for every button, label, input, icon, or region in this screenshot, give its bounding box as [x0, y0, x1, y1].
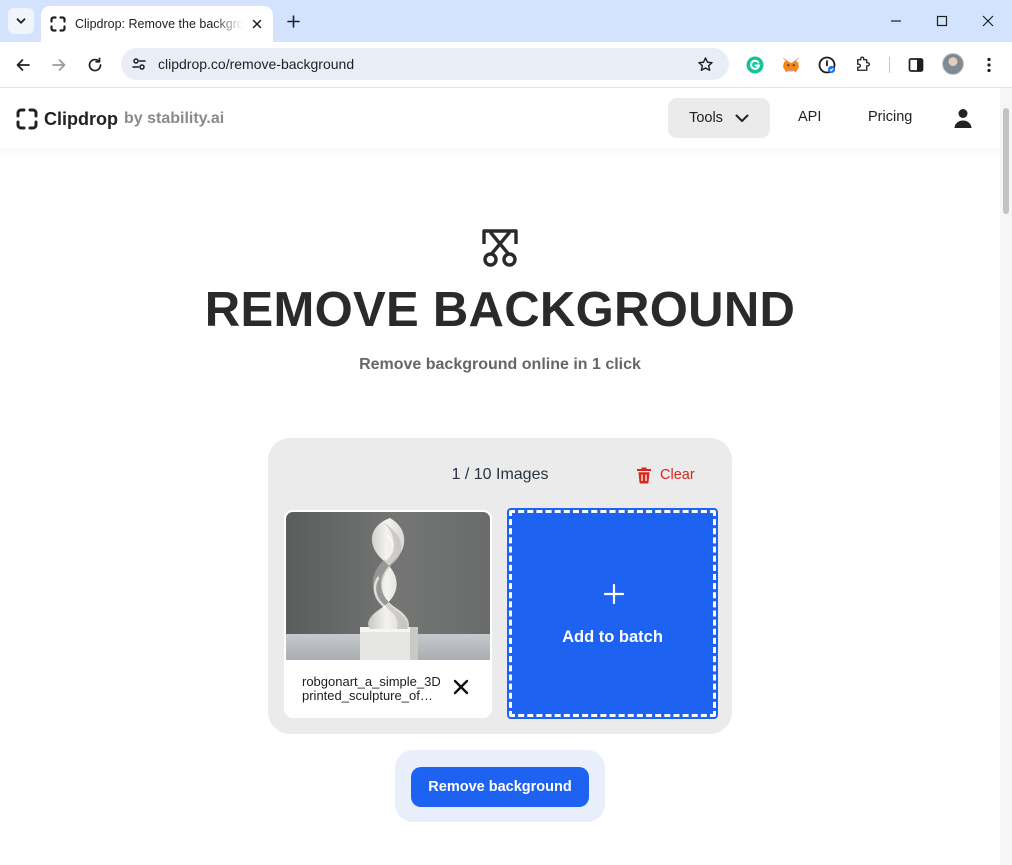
minimize-button[interactable]	[883, 8, 909, 34]
browser-toolbar: clipdrop.co/remove-background	[0, 42, 1012, 88]
maximize-icon	[936, 15, 948, 27]
close-icon	[453, 679, 469, 695]
brand-byline: by stability.ai	[124, 110, 225, 127]
clear-label: Clear	[660, 467, 695, 483]
grammarly-extension[interactable]	[744, 54, 766, 76]
metamask-extension[interactable]	[780, 54, 802, 76]
chevron-down-icon	[735, 114, 749, 122]
page-viewport: Clipdrop by stability.ai Tools API Prici…	[0, 88, 1000, 865]
maximize-button[interactable]	[929, 8, 955, 34]
brand-logo[interactable]: Clipdrop by stability.ai	[16, 107, 224, 131]
plus-icon	[603, 583, 625, 605]
helix-sculpture-image	[286, 512, 490, 660]
side-panel-button[interactable]	[905, 54, 927, 76]
batch-item[interactable]: robgonart_a_simple_3D printed_sculpture_…	[284, 510, 492, 718]
tab-close-button[interactable]	[249, 16, 265, 32]
more-vertical-icon	[987, 57, 991, 73]
nav-api-link[interactable]: API	[798, 109, 821, 125]
add-to-batch-dropzone[interactable]: Add to batch	[507, 508, 718, 719]
tune-icon	[132, 58, 146, 70]
password-manager-icon	[818, 56, 836, 74]
brand-name: Clipdrop	[44, 108, 118, 129]
sculpture-thumbnail	[286, 512, 490, 660]
back-button[interactable]	[9, 51, 37, 79]
remove-item-button[interactable]	[450, 676, 472, 698]
remove-background-button[interactable]: Remove background	[411, 767, 589, 807]
trash-icon	[637, 467, 651, 484]
arrow-left-icon	[16, 59, 30, 71]
tools-menu-button[interactable]: Tools	[668, 98, 770, 138]
profile-avatar[interactable]	[942, 53, 964, 75]
scissors-frame-icon	[482, 229, 518, 267]
window-close-button[interactable]	[975, 8, 1001, 34]
toolbar-separator	[889, 57, 890, 73]
site-info-button[interactable]	[129, 54, 149, 74]
filename-line-1: robgonart_a_simple_3D	[302, 675, 440, 689]
plus-icon	[286, 14, 300, 28]
site-header: Clipdrop by stability.ai Tools API Prici…	[0, 88, 1000, 148]
tools-label: Tools	[689, 110, 723, 126]
browser-titlebar: Clipdrop: Remove the background from you…	[0, 0, 1012, 42]
extensions-button[interactable]	[852, 54, 874, 76]
tab-search-button[interactable]	[8, 8, 34, 34]
browser-menu-button[interactable]	[978, 54, 1000, 76]
url-text: clipdrop.co/remove-background	[158, 56, 355, 72]
page-title: REMOVE BACKGROUND	[204, 283, 796, 337]
page-scrollbar[interactable]	[1000, 88, 1012, 865]
user-account-icon[interactable]	[952, 107, 974, 129]
puzzle-icon	[857, 56, 870, 71]
page-subtitle: Remove background online in 1 click	[359, 356, 641, 373]
reload-icon	[88, 57, 102, 72]
tab-title: Clipdrop: Remove the background from you…	[75, 17, 243, 31]
reload-button[interactable]	[81, 51, 109, 79]
chevron-down-icon	[16, 18, 26, 24]
batch-item-filename: robgonart_a_simple_3D printed_sculpture_…	[302, 675, 440, 703]
close-icon	[982, 15, 994, 27]
arrow-right-icon	[52, 59, 66, 71]
clipdrop-logo-icon	[16, 108, 38, 130]
password-manager-extension[interactable]	[816, 54, 838, 76]
nav-pricing-link[interactable]: Pricing	[868, 109, 912, 125]
address-bar[interactable]: clipdrop.co/remove-background	[121, 48, 729, 80]
add-to-batch-label: Add to batch	[562, 628, 663, 646]
clipdrop-favicon-icon	[50, 16, 66, 32]
clear-batch-button[interactable]: Clear	[636, 465, 695, 485]
browser-tab-active[interactable]: Clipdrop: Remove the background from you…	[41, 6, 273, 42]
filename-line-2: printed_sculpture_of_a_helix.png	[302, 689, 440, 703]
forward-button[interactable]	[45, 51, 73, 79]
star-icon	[697, 56, 713, 71]
grammarly-icon	[746, 56, 764, 74]
scrollbar-thumb[interactable]	[1003, 108, 1009, 214]
remove-background-action: Remove background	[395, 750, 605, 822]
bookmark-button[interactable]	[695, 54, 715, 74]
metamask-icon	[782, 57, 800, 72]
close-icon	[252, 19, 262, 29]
batch-panel: 1 / 10 Images Clear robgonart_a_simple_3…	[268, 438, 732, 734]
side-panel-icon	[908, 58, 924, 72]
new-tab-button[interactable]	[282, 10, 304, 32]
minimize-icon	[891, 20, 901, 22]
